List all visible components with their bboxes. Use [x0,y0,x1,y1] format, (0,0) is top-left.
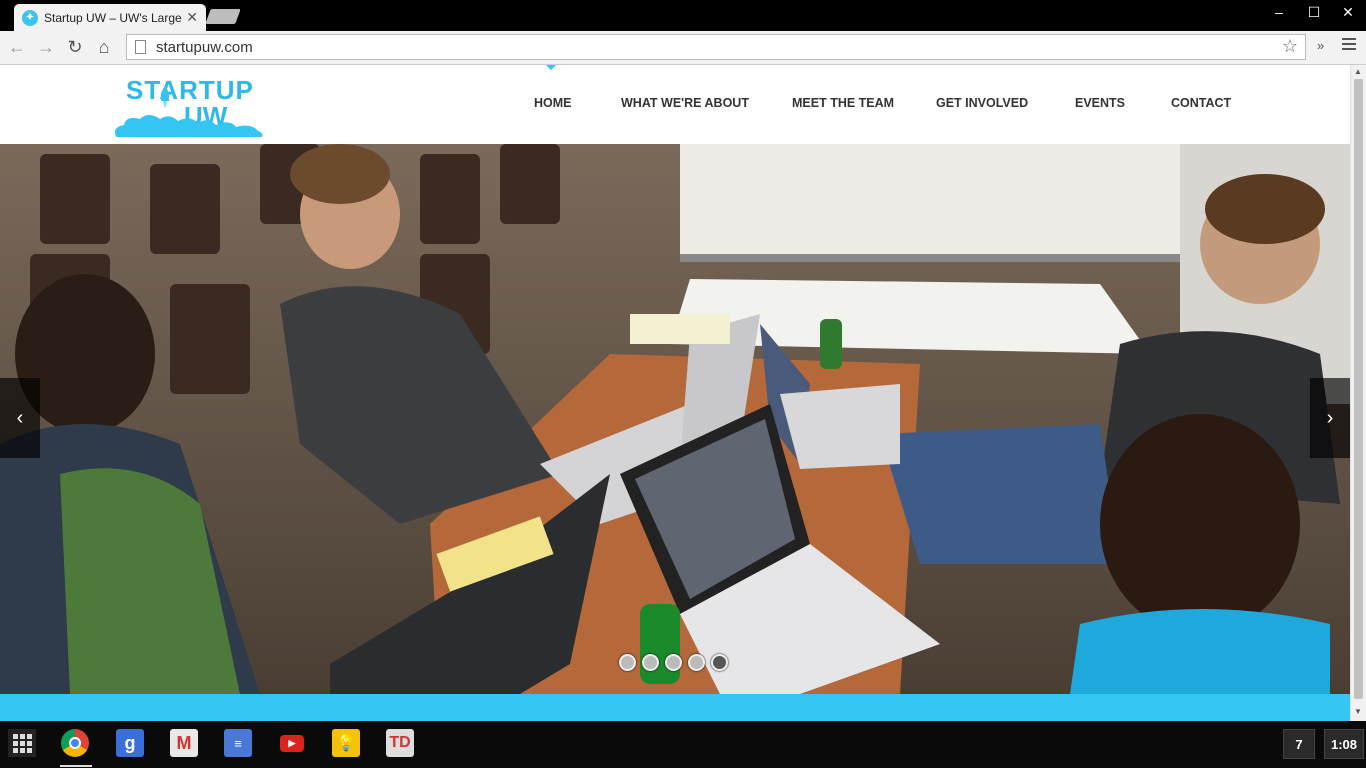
page-scrollbar[interactable]: ▲ ▼ [1350,65,1366,721]
new-tab-button[interactable] [205,9,241,24]
google-search-icon[interactable]: g [116,729,144,757]
maximize-button[interactable]: ☐ [1303,4,1325,21]
window-close-button[interactable]: ✕ [1337,4,1359,21]
web-page: STARTUP UW HOME WHAT WE'RE ABOUT MEET TH… [0,65,1350,721]
docs-icon[interactable]: ≡ [224,729,252,757]
address-bar[interactable]: startupuw.com ☆ [126,34,1306,60]
url-text: startupuw.com [156,38,253,56]
slider-pagination [619,654,734,671]
site-favicon-icon: ✦ [22,9,38,26]
notification-count-badge[interactable]: 7 [1283,729,1315,759]
site-header: STARTUP UW HOME WHAT WE'RE ABOUT MEET TH… [0,65,1350,144]
nav-what-were-about[interactable]: WHAT WE'RE ABOUT [621,96,749,110]
site-logo[interactable]: STARTUP UW [112,71,264,137]
browser-tab-bar: ✦ Startup UW – UW's Largest ✕ – ☐ ✕ [0,0,1366,31]
nav-events[interactable]: EVENTS [1075,96,1125,110]
browser-toolbar: ← → ↻ ⌂ startupuw.com ☆ » [0,31,1366,65]
forward-button[interactable]: → [35,37,57,58]
extensions-overflow-button[interactable]: » [1317,38,1324,53]
active-nav-indicator [546,65,556,70]
nav-meet-the-team[interactable]: MEET THE TEAM [792,96,894,110]
minimize-button[interactable]: – [1268,4,1290,20]
slider-next-button[interactable]: › [1310,378,1350,458]
scrollbar-thumb[interactable] [1354,79,1363,699]
scroll-down-icon[interactable]: ▼ [1354,707,1362,716]
hero-photo [0,144,1350,694]
os-taskbar: g M ≡ ▶ 💡 TD 7 1:08 [0,721,1366,768]
slider-dot-2[interactable] [642,654,659,671]
nav-contact[interactable]: CONTACT [1171,96,1231,110]
chrome-icon[interactable] [61,729,89,757]
slider-dot-3[interactable] [665,654,682,671]
browser-tab[interactable]: ✦ Startup UW – UW's Largest ✕ [14,4,206,31]
hero-slider: ‹ › [0,144,1350,694]
reload-button[interactable]: ↻ [64,37,86,58]
chrome-menu-icon[interactable] [1342,38,1356,53]
active-app-indicator [60,765,92,767]
home-button[interactable]: ⌂ [93,37,115,58]
slider-dot-1[interactable] [619,654,636,671]
tab-close-icon[interactable]: ✕ [186,9,198,26]
slider-dot-5[interactable] [711,654,728,671]
gmail-icon[interactable]: M [170,729,198,757]
tab-title: Startup UW – UW's Largest [44,10,183,25]
chevron-left-icon: ‹ [16,406,24,429]
logo-cloud-icon [115,115,263,137]
nav-get-involved[interactable]: GET INVOLVED [936,96,1028,110]
system-clock[interactable]: 1:08 [1324,729,1364,759]
slider-dot-4[interactable] [688,654,705,671]
youtube-icon[interactable]: ▶ [278,729,306,757]
scroll-up-icon[interactable]: ▲ [1354,67,1362,76]
keep-icon[interactable]: 💡 [332,729,360,757]
bookmark-star-icon[interactable]: ☆ [1282,36,1298,57]
back-button[interactable]: ← [6,37,28,58]
accent-band [0,694,1350,721]
nav-home[interactable]: HOME [534,96,572,110]
slider-prev-button[interactable]: ‹ [0,378,40,458]
todoist-icon[interactable]: TD [386,729,414,757]
app-launcher-icon[interactable] [8,729,36,757]
rocket-icon [161,85,169,109]
page-icon [135,40,146,54]
chevron-right-icon: › [1326,406,1334,429]
